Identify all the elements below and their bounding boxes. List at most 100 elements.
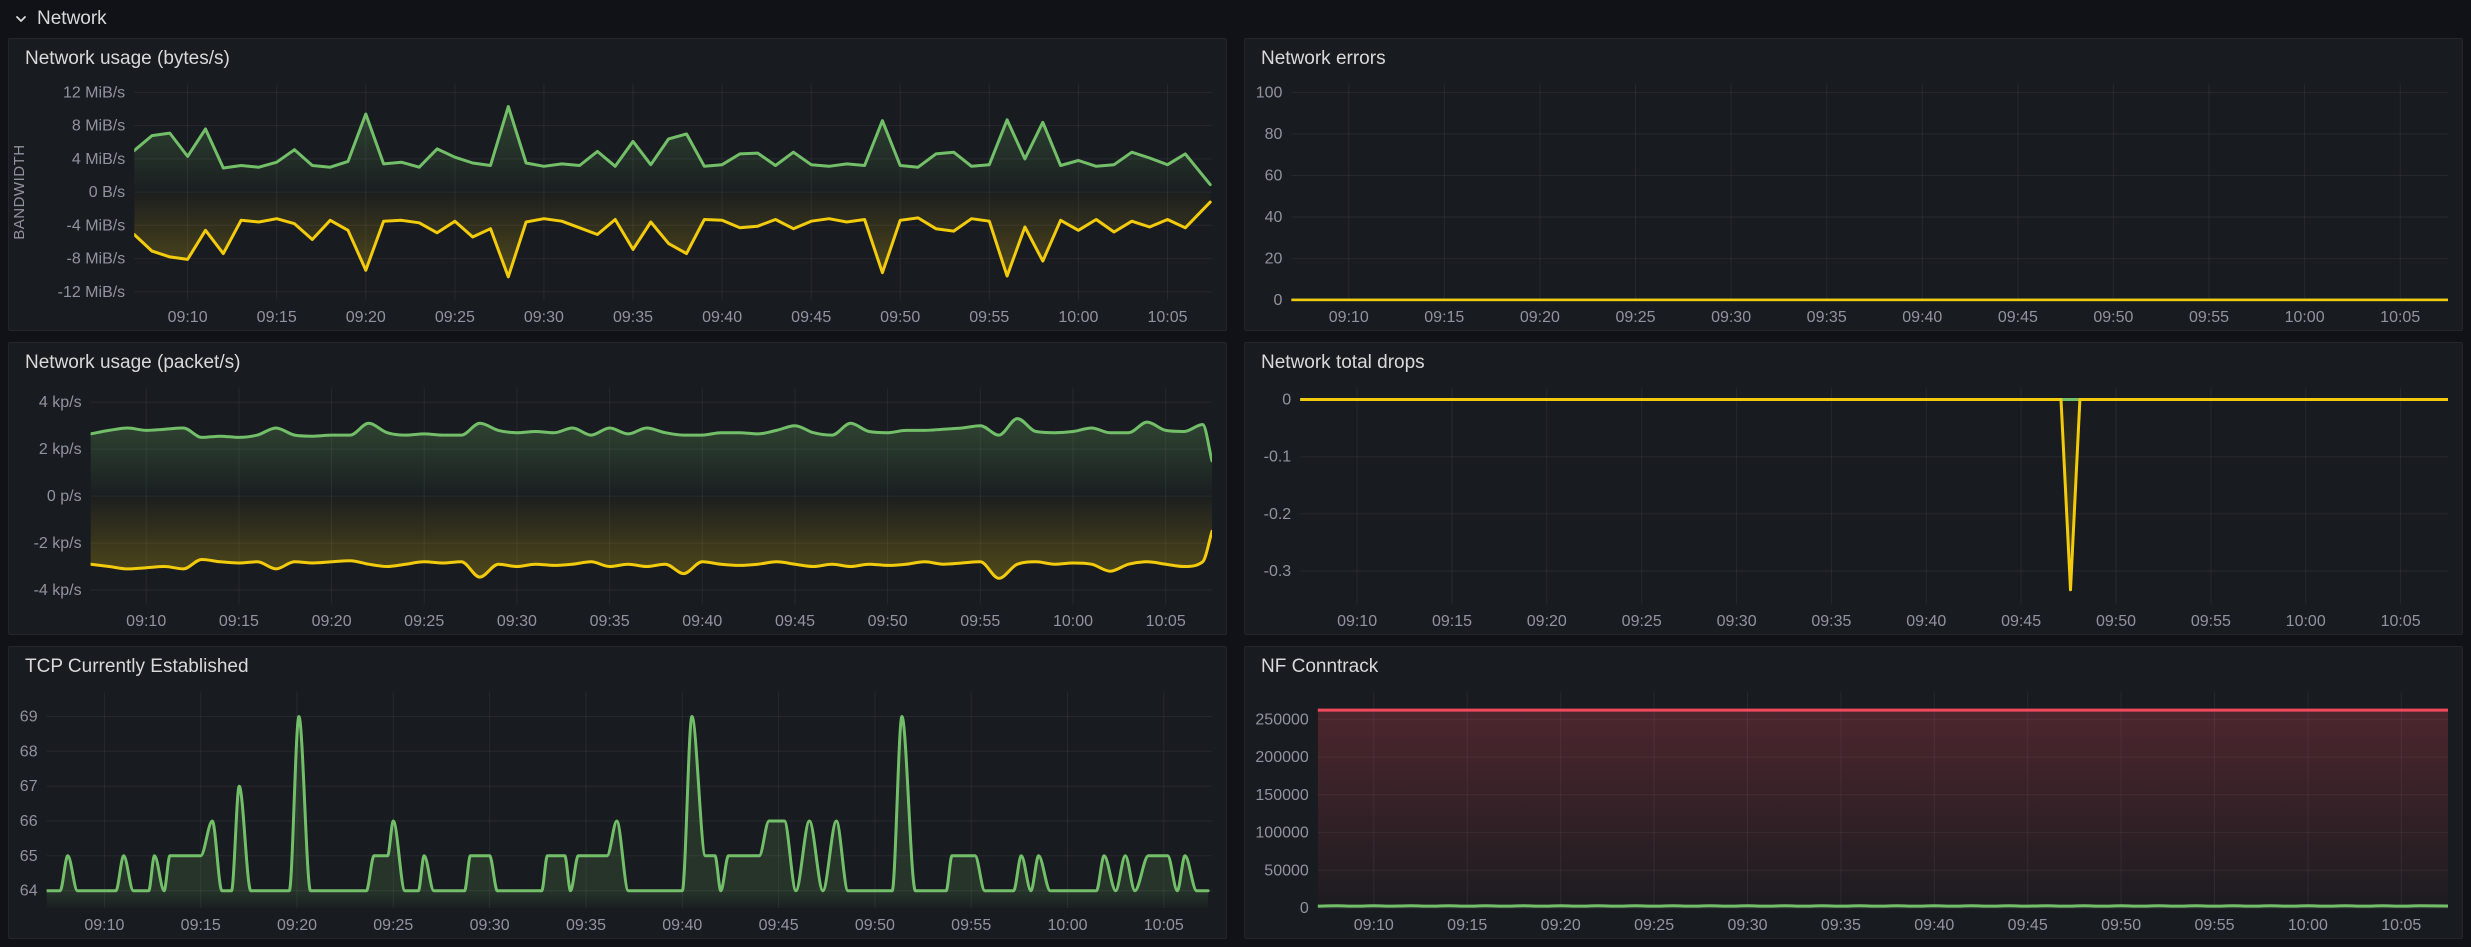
svg-text:10:05: 10:05 [1144, 917, 1184, 934]
svg-text:-12 MiB/s: -12 MiB/s [58, 284, 126, 301]
svg-text:09:20: 09:20 [346, 309, 386, 326]
svg-text:0: 0 [1273, 292, 1282, 309]
panel-title[interactable]: TCP Currently Established [9, 647, 1226, 682]
row-title[interactable]: Network [37, 8, 107, 30]
svg-text:20: 20 [1265, 250, 1283, 267]
svg-text:09:15: 09:15 [1432, 613, 1472, 630]
svg-text:09:50: 09:50 [855, 917, 895, 934]
svg-text:09:25: 09:25 [373, 917, 413, 934]
panel-tcp-currently-established: TCP Currently Established 69686766656409… [8, 646, 1227, 939]
svg-text:09:15: 09:15 [219, 613, 259, 630]
svg-text:09:45: 09:45 [2001, 613, 2041, 630]
svg-text:09:45: 09:45 [775, 613, 815, 630]
svg-text:09:15: 09:15 [1447, 917, 1487, 934]
svg-text:09:10: 09:10 [168, 309, 208, 326]
svg-text:09:55: 09:55 [951, 917, 991, 934]
svg-text:2 kp/s: 2 kp/s [39, 441, 82, 458]
panel-network-usage-packets: Network usage (packet/s) 4 kp/s 2 kp/s 0 p… [8, 342, 1227, 635]
svg-text:09:40: 09:40 [662, 917, 702, 934]
svg-text:100000: 100000 [1255, 824, 1308, 841]
svg-text:80: 80 [1265, 126, 1283, 143]
svg-text:09:55: 09:55 [2189, 309, 2229, 326]
svg-text:09:35: 09:35 [1807, 309, 1847, 326]
svg-text:09:50: 09:50 [2101, 917, 2141, 934]
svg-text:250000: 250000 [1255, 711, 1308, 728]
svg-text:150000: 150000 [1255, 787, 1308, 804]
svg-text:09:35: 09:35 [566, 917, 606, 934]
panel-title[interactable]: Network usage (packet/s) [9, 343, 1226, 378]
panel-title[interactable]: Network errors [1245, 39, 2462, 74]
svg-text:09:25: 09:25 [1634, 917, 1674, 934]
panel-body: 69686766656409:1009:1509:2009:2509:3009:… [9, 682, 1226, 938]
row-header-network[interactable]: Network [0, 0, 2471, 38]
svg-text:09:15: 09:15 [257, 309, 297, 326]
svg-text:09:45: 09:45 [759, 917, 799, 934]
svg-text:09:30: 09:30 [470, 917, 510, 934]
svg-text:09:15: 09:15 [1424, 309, 1464, 326]
svg-text:10:00: 10:00 [2285, 309, 2325, 326]
svg-text:09:30: 09:30 [1727, 917, 1767, 934]
svg-text:09:55: 09:55 [969, 309, 1009, 326]
svg-text:09:35: 09:35 [1821, 917, 1861, 934]
svg-text:10:05: 10:05 [1147, 309, 1187, 326]
svg-text:10:05: 10:05 [1146, 613, 1186, 630]
svg-text:09:40: 09:40 [702, 309, 742, 326]
panel-body: 0-0.1-0.2-0.309:1009:1509:2009:2509:3009… [1245, 378, 2462, 634]
svg-text:69: 69 [20, 708, 38, 725]
svg-text:09:20: 09:20 [312, 613, 352, 630]
svg-text:09:45: 09:45 [791, 309, 831, 326]
svg-text:10:00: 10:00 [1047, 917, 1087, 934]
svg-text:4 MiB/s: 4 MiB/s [72, 151, 125, 168]
svg-text:4 kp/s: 4 kp/s [39, 394, 82, 411]
svg-text:-0.2: -0.2 [1264, 506, 1292, 523]
time-series-chart[interactable]: 69686766656409:1009:1509:2009:2509:3009:… [9, 682, 1226, 938]
svg-text:09:40: 09:40 [1902, 309, 1942, 326]
svg-text:09:30: 09:30 [1711, 309, 1751, 326]
svg-text:50000: 50000 [1264, 862, 1309, 879]
svg-text:64: 64 [20, 882, 38, 899]
svg-text:09:20: 09:20 [277, 917, 317, 934]
svg-text:09:45: 09:45 [2008, 917, 2048, 934]
svg-text:100: 100 [1256, 84, 1283, 101]
svg-text:09:35: 09:35 [590, 613, 630, 630]
svg-text:0: 0 [1300, 900, 1309, 917]
svg-text:09:10: 09:10 [84, 917, 124, 934]
svg-text:-0.1: -0.1 [1264, 448, 1292, 465]
svg-text:09:10: 09:10 [1354, 917, 1394, 934]
panel-body: 10080604020009:1009:1509:2009:2509:3009:… [1245, 74, 2462, 330]
svg-text:09:40: 09:40 [1914, 917, 1954, 934]
svg-text:-0.3: -0.3 [1264, 563, 1292, 580]
panel-network-total-drops: Network total drops 0-0.1-0.2-0.309:1009… [1244, 342, 2463, 635]
svg-text:09:30: 09:30 [524, 309, 564, 326]
panel-title[interactable]: Network total drops [1245, 343, 2462, 378]
svg-text:09:10: 09:10 [126, 613, 166, 630]
time-series-chart[interactable]: 0-0.1-0.2-0.309:1009:1509:2009:2509:3009… [1245, 378, 2462, 634]
svg-text:0 p/s: 0 p/s [47, 488, 82, 505]
svg-text:09:10: 09:10 [1337, 613, 1377, 630]
panel-title[interactable]: NF Conntrack [1245, 647, 2462, 682]
chevron-down-icon[interactable] [12, 10, 30, 28]
svg-text:60: 60 [1265, 167, 1283, 184]
panel-title[interactable]: Network usage (bytes/s) [9, 39, 1226, 74]
svg-text:10:05: 10:05 [2380, 309, 2420, 326]
time-series-chart[interactable]: 10080604020009:1009:1509:2009:2509:3009:… [1245, 74, 2462, 330]
time-series-chart[interactable]: 25000020000015000010000050000009:1009:15… [1245, 682, 2462, 938]
svg-text:10:05: 10:05 [2381, 613, 2421, 630]
svg-text:67: 67 [20, 778, 38, 795]
svg-text:09:40: 09:40 [1906, 613, 1946, 630]
time-series-chart[interactable]: 12 MiB/s8 MiB/s4 MiB/s0 B/s-4 MiB/s-8 Mi… [9, 74, 1226, 330]
panel-network-errors: Network errors 10080604020009:1009:1509:… [1244, 38, 2463, 331]
svg-text:65: 65 [20, 848, 38, 865]
svg-text:09:30: 09:30 [497, 613, 537, 630]
svg-text:09:25: 09:25 [404, 613, 444, 630]
svg-text:09:20: 09:20 [1527, 613, 1567, 630]
svg-text:-4 MiB/s: -4 MiB/s [67, 217, 126, 234]
svg-text:09:35: 09:35 [1811, 613, 1851, 630]
dashboard-grid: Network usage (bytes/s) 12 MiB/s8 MiB/s4… [0, 38, 2471, 947]
time-series-chart[interactable]: 4 kp/s2 kp/s0 p/s-2 kp/s-4 kp/s09:1009:1… [9, 378, 1226, 634]
svg-text:09:50: 09:50 [868, 613, 908, 630]
svg-text:09:55: 09:55 [2191, 613, 2231, 630]
svg-text:09:10: 09:10 [1329, 309, 1369, 326]
svg-text:09:25: 09:25 [1615, 309, 1655, 326]
svg-text:09:35: 09:35 [613, 309, 653, 326]
